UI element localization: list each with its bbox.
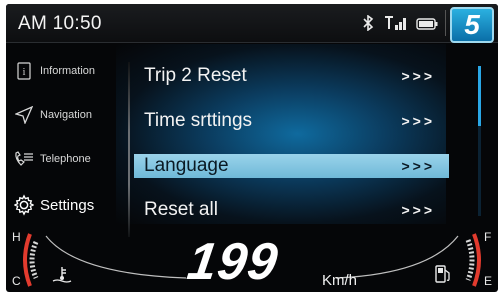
speed-unit: Km/h	[322, 272, 358, 289]
dashboard-screen: AM 10:50 5 i Information Navigation Tele…	[6, 4, 498, 292]
chevrons-icon: >>>	[401, 113, 435, 129]
speed-readout: 199	[183, 233, 282, 291]
gear-icon	[14, 194, 34, 216]
signal-icon	[384, 16, 406, 35]
sidebar-item-label: Navigation	[40, 109, 92, 121]
sidebar-item-telephone[interactable]: Telephone	[14, 142, 130, 176]
gear-indicator: 5	[450, 7, 494, 43]
chevrons-icon: >>>	[401, 202, 435, 218]
sidebar-item-label: Information	[40, 65, 96, 77]
chevrons-icon: >>>	[401, 158, 435, 174]
fuel-pump-icon	[434, 264, 452, 289]
info-icon: i	[14, 61, 34, 81]
menu-item-reset-all[interactable]: Reset all >>>	[134, 198, 449, 222]
sidebar-item-settings[interactable]: Settings	[14, 188, 130, 222]
status-bar: AM 10:50 5	[6, 4, 498, 43]
svg-text:i: i	[23, 67, 26, 78]
temp-low-label: C	[12, 274, 21, 288]
phone-icon	[14, 149, 34, 169]
sidebar-divider	[128, 62, 130, 237]
status-icons	[362, 14, 438, 36]
status-separator	[445, 10, 446, 36]
battery-icon	[416, 17, 438, 35]
temp-high-label: H	[12, 230, 21, 244]
clock: AM 10:50	[18, 13, 102, 34]
sidebar-item-navigation[interactable]: Navigation	[14, 98, 130, 132]
menu-item-trip-2-reset[interactable]: Trip 2 Reset >>>	[134, 64, 449, 88]
sidebar: i Information Navigation Telephone Setti…	[14, 54, 126, 234]
sidebar-item-information[interactable]: i Information	[14, 54, 130, 88]
instrument-cluster: H C F E 199 Km/h	[6, 226, 498, 292]
fuel-empty-label: E	[484, 274, 493, 288]
coolant-temperature-icon	[52, 266, 72, 289]
sidebar-item-label: Settings	[40, 196, 95, 214]
fuel-full-label: F	[484, 230, 492, 244]
sidebar-item-label: Telephone	[40, 153, 91, 165]
bluetooth-icon	[362, 14, 374, 36]
menu-item-time-settings[interactable]: Time srttings >>>	[134, 109, 449, 133]
navigation-icon	[14, 105, 34, 125]
chevrons-icon: >>>	[401, 68, 435, 84]
menu-item-language[interactable]: Language >>>	[134, 154, 449, 178]
scrollbar-thumb[interactable]	[478, 66, 481, 126]
